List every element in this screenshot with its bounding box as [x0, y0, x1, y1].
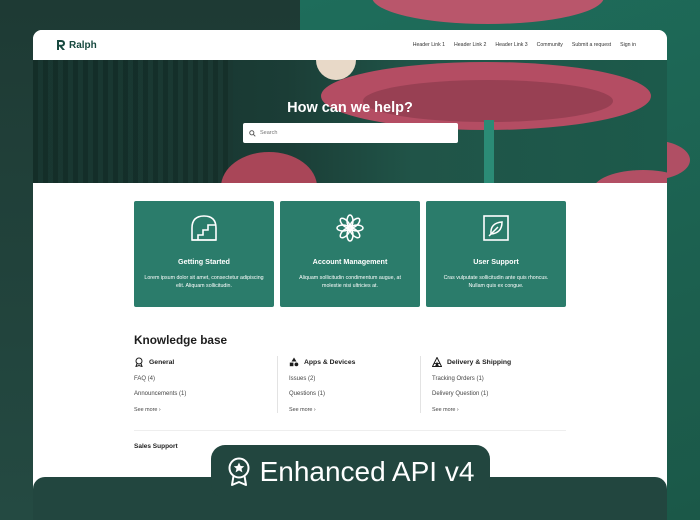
card-getting-started[interactable]: Getting Started Lorem ipsum dolor sit am…	[134, 201, 274, 307]
brand-name: Ralph	[69, 39, 97, 51]
search-box[interactable]	[243, 123, 458, 143]
tent-icon	[432, 357, 442, 367]
nav-link-submit-request[interactable]: Submit a request	[572, 42, 611, 48]
kb-link[interactable]: Issues (2)	[289, 376, 410, 384]
kb-section-title-sales-support[interactable]: Sales Support	[134, 443, 178, 450]
kb-link[interactable]: Announcements (1)	[134, 391, 267, 399]
badge-text: Enhanced API v4	[259, 455, 475, 487]
leaf-icon	[483, 215, 509, 241]
card-user-support[interactable]: User Support Cras vulputate sollicitudin…	[426, 201, 566, 307]
nav-link-community[interactable]: Community	[537, 42, 563, 48]
card-account-management[interactable]: Account Management Aliquam sollicitudin …	[280, 201, 420, 307]
stairs-arch-icon	[191, 215, 217, 241]
kb-section-delivery-shipping: Delivery & Shipping Tracking Orders (1) …	[420, 356, 563, 413]
kb-section-title: Delivery & Shipping	[447, 358, 512, 366]
hero-decoration	[221, 152, 317, 183]
card-description: Cras vulputate sollicitudin ante quis rh…	[443, 275, 549, 290]
nav-link-sign-in[interactable]: Sign in	[620, 42, 636, 48]
shapes-icon	[289, 357, 299, 367]
card-description: Aliquam sollicitudin condimentum augue, …	[299, 275, 401, 290]
nav-link-header-1[interactable]: Header Link 1	[413, 42, 445, 48]
hero-title: How can we help?	[287, 100, 413, 116]
hero-decoration	[33, 60, 233, 183]
kb-section-apps-devices: Apps & Devices Issues (2) Questions (1) …	[277, 356, 420, 413]
see-more-link[interactable]: See more ›	[134, 407, 267, 413]
see-more-link[interactable]: See more ›	[289, 407, 410, 413]
knowledge-base-sections: General FAQ (4) Announcements (1) See mo…	[134, 356, 563, 413]
ralph-logo-icon	[57, 40, 65, 50]
site-header: Ralph Header Link 1 Header Link 2 Header…	[33, 30, 667, 60]
kb-link[interactable]: Delivery Question (1)	[432, 391, 553, 399]
card-title: Getting Started	[178, 257, 230, 266]
kb-section-header[interactable]: Apps & Devices	[289, 356, 410, 368]
nav-link-header-3[interactable]: Header Link 3	[495, 42, 527, 48]
card-description: Lorem ipsum dolor sit amet, consectetur …	[144, 275, 264, 290]
kb-link[interactable]: FAQ (4)	[134, 376, 267, 384]
knowledge-base-title: Knowledge base	[134, 333, 228, 347]
section-divider	[134, 430, 566, 431]
kb-section-title: General	[149, 358, 175, 366]
card-title: User Support	[473, 257, 519, 266]
flower-icon	[336, 214, 364, 242]
brand-logo[interactable]: Ralph	[56, 39, 97, 51]
hero-banner: How can we help?	[33, 60, 667, 183]
kb-link[interactable]: Questions (1)	[289, 391, 410, 399]
kb-link[interactable]: Tracking Orders (1)	[432, 376, 553, 384]
award-icon	[135, 357, 143, 367]
search-input[interactable]	[260, 130, 450, 136]
header-nav: Header Link 1 Header Link 2 Header Link …	[413, 42, 636, 48]
hero-decoration	[484, 120, 494, 183]
kb-section-header[interactable]: General	[134, 356, 267, 368]
kb-section-header[interactable]: Delivery & Shipping	[432, 356, 553, 368]
card-title: Account Management	[312, 257, 388, 266]
nav-link-header-2[interactable]: Header Link 2	[454, 42, 486, 48]
kb-section-title: Apps & Devices	[304, 358, 356, 366]
version-badge: Enhanced API v4	[211, 445, 490, 498]
category-cards: Getting Started Lorem ipsum dolor sit am…	[134, 201, 566, 307]
kb-section-general: General FAQ (4) Announcements (1) See mo…	[134, 356, 277, 413]
search-icon	[249, 129, 256, 137]
star-medal-icon	[228, 457, 250, 486]
see-more-link[interactable]: See more ›	[432, 407, 553, 413]
hero-decoration	[593, 170, 667, 183]
